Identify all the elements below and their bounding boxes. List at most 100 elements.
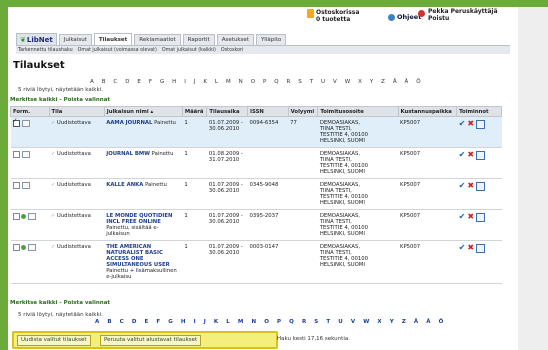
remove-marks-link[interactable]: Poista valinnat <box>64 300 110 306</box>
row-volume <box>288 209 318 241</box>
edit-icon[interactable] <box>476 151 486 160</box>
mark-all-bottom: Merkitse kaikki - Poista valinnat <box>10 300 111 306</box>
mark-all-top: Merkitse kaikki - Poista valinnat <box>10 97 111 103</box>
cart-icon <box>307 9 314 18</box>
row-name[interactable]: JOURNAL BMW <box>106 151 150 157</box>
delete-icon[interactable]: ✖ <box>467 119 474 128</box>
row-cost: KP5007 <box>398 178 457 210</box>
renew-selected-button[interactable]: Uudista valitut tilaukset <box>17 335 91 346</box>
row-status: Uudistettava <box>56 244 91 250</box>
logout-link[interactable]: Poistu <box>428 15 498 22</box>
edit-icon[interactable] <box>476 244 486 253</box>
accept-icon[interactable]: ✔ <box>459 150 466 159</box>
tab-reklamaatiot[interactable]: Reklamaatiot <box>134 34 181 45</box>
cancel-selected-button[interactable]: Peruuta valitut alustavat tilaukset <box>100 335 202 346</box>
col-qty[interactable]: Määrä <box>181 106 208 117</box>
row-issn: 0003-0147 <box>247 240 289 284</box>
remove-marks-link[interactable]: Poista valinnat <box>64 97 110 103</box>
col-actions: Toiminnot <box>456 106 502 117</box>
delete-icon[interactable]: ✖ <box>467 212 474 221</box>
subnav-own-active[interactable]: Omat julkaisut (voimassa olevat) <box>78 48 157 53</box>
status-check-icon: ✓ <box>51 182 56 188</box>
logo-mark-icon: ❦ <box>20 35 26 44</box>
row-detail: Painettu + lisämaksullinen e-julkaisu <box>106 268 177 280</box>
col-tila[interactable]: Tila <box>48 106 105 117</box>
row-name[interactable]: THE AMERICAN NATURALIST BASIC ACCESS ONE… <box>106 244 169 268</box>
alphabet-filter-top[interactable]: A B C D E F G H I J K L M N O P Q R S T … <box>90 79 424 85</box>
row-detail: Painettu <box>154 120 176 126</box>
col-name[interactable]: Julkaisun nimi ▴ <box>103 106 183 117</box>
row-volume <box>288 147 318 179</box>
subnav-advanced-search[interactable]: Tarkennettu tilaushaku <box>18 48 73 53</box>
alphabet-filter-bottom[interactable]: A B C D E F G H I J K L M N O P Q R S T … <box>95 319 446 325</box>
subnav-own-all[interactable]: Omat julkaisut (kaikki) <box>162 48 216 53</box>
delete-icon[interactable]: ✖ <box>467 181 474 190</box>
help-icon <box>388 13 395 21</box>
row-addr-4: HELSINKI, SUOMI <box>319 138 365 144</box>
row-detail: Painettu <box>151 151 174 157</box>
sort-icon: ▴ <box>150 108 154 115</box>
table-header: Form. Tila Julkaisun nimi ▴ Määrä Tilaus… <box>10 106 502 117</box>
result-count-bottom: 5 riviä löytyi, näytetään kaikki. <box>18 312 103 318</box>
tab-tilaukset[interactable]: Tilaukset <box>93 33 133 45</box>
accept-icon[interactable]: ✔ <box>459 243 466 252</box>
edit-icon[interactable] <box>476 120 486 129</box>
row-checkbox[interactable] <box>12 213 20 220</box>
user-menu[interactable]: Pekka Peruskäyttäjä Poistu <box>418 8 498 22</box>
edit-icon[interactable] <box>476 213 486 222</box>
row-name[interactable]: KALLE ANKA <box>106 182 143 188</box>
row-name[interactable]: AAMA JOURNAL <box>106 120 152 126</box>
col-form[interactable]: Form. <box>10 106 50 117</box>
col-cost[interactable]: Kustannuspaikka <box>397 106 458 117</box>
logo-text: LibNet <box>26 35 53 44</box>
row-volume: 77 <box>288 116 318 148</box>
cart-title: Ostoskorissa <box>316 9 360 16</box>
row-time-end: 31.07.2010 <box>208 157 240 163</box>
sub-navigation: Tarkennettu tilaushaku Omat julkaisut (v… <box>16 45 510 54</box>
page-title: Tilaukset <box>13 60 65 71</box>
edit-icon[interactable] <box>476 182 486 191</box>
window: Ostoskorissa 0 tuotetta Ohjeet Pekka Per… <box>0 0 548 350</box>
book-icon <box>21 120 30 127</box>
delete-icon[interactable]: ✖ <box>467 243 474 252</box>
libnet-logo[interactable]: ❦ LibNet <box>16 33 57 45</box>
col-time[interactable]: Tilausaika <box>206 106 249 117</box>
delete-icon[interactable]: ✖ <box>467 150 474 159</box>
mark-all-link[interactable]: Merkitse kaikki <box>10 97 57 103</box>
row-addr-4: HELSINKI, SUOMI <box>319 231 365 237</box>
accept-icon[interactable]: ✔ <box>459 181 466 190</box>
add-icon[interactable] <box>20 245 26 250</box>
row-qty: 1 <box>182 240 207 284</box>
status-check-icon: ✓ <box>51 151 56 157</box>
row-qty: 1 <box>182 178 207 210</box>
mark-all-link[interactable]: Merkitse kaikki <box>10 300 57 306</box>
row-status: Uudistettava <box>56 120 91 126</box>
row-checkbox[interactable] <box>12 182 20 189</box>
subnav-cart[interactable]: Ostoskori <box>221 48 243 53</box>
tab-yllapito[interactable]: Ylläpito <box>255 34 287 45</box>
row-addr-4: HELSINKI, SUOMI <box>319 169 365 175</box>
tab-julkaisut[interactable]: Julkaisut <box>58 34 92 45</box>
row-volume <box>288 240 318 284</box>
tab-raportit[interactable]: Raportit <box>182 34 215 45</box>
add-icon[interactable] <box>20 214 26 219</box>
book-icon <box>27 213 36 220</box>
logout-icon <box>418 10 425 17</box>
help-link[interactable]: Ohjeet <box>388 13 421 21</box>
row-name[interactable]: LE MONDE QUOTIDIEN INCL FREE ONLINE <box>106 213 172 225</box>
row-time-end: 30.06.2010 <box>208 250 240 256</box>
col-issn[interactable]: ISSN <box>247 106 289 117</box>
col-volume[interactable]: Volyymi <box>287 106 319 117</box>
row-checkbox[interactable] <box>12 118 20 127</box>
accept-icon[interactable]: ✔ <box>459 119 466 128</box>
row-checkbox[interactable] <box>12 244 20 251</box>
top-accent-bar <box>0 0 548 7</box>
cart-link[interactable]: Ostoskorissa 0 tuotetta <box>307 9 360 23</box>
row-checkbox[interactable] <box>12 151 20 158</box>
accept-icon[interactable]: ✔ <box>459 212 466 221</box>
book-icon <box>21 151 30 158</box>
book-icon <box>27 244 36 251</box>
col-address[interactable]: Toimitusosoite <box>317 106 399 117</box>
tab-asetukset[interactable]: Asetukset <box>216 34 254 45</box>
row-cost: KP5007 <box>398 240 457 284</box>
